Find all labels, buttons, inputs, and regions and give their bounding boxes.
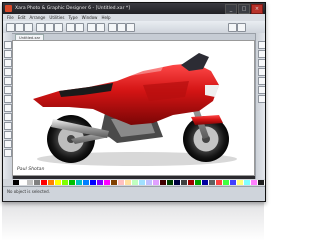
color-swatch[interactable]	[118, 180, 125, 185]
color-swatch[interactable]	[55, 180, 62, 185]
menu-arrange[interactable]: Arrange	[29, 14, 45, 21]
color-swatch[interactable]	[41, 180, 48, 185]
menu-bar: File Edit Arrange Utilities Type Window …	[3, 14, 265, 21]
color-swatch[interactable]	[181, 180, 188, 185]
color-swatch[interactable]	[258, 180, 265, 185]
print-icon[interactable]	[96, 23, 105, 32]
color-swatch[interactable]	[76, 180, 83, 185]
status-text: No object is selected.	[7, 189, 50, 194]
app-icon	[5, 5, 12, 12]
copy-icon[interactable]	[45, 23, 54, 32]
ellipse-tool-icon[interactable]	[4, 86, 12, 94]
color-swatch[interactable]	[62, 180, 69, 185]
color-swatch[interactable]	[20, 180, 27, 185]
color-swatch[interactable]	[146, 180, 153, 185]
color-swatch[interactable]	[237, 180, 244, 185]
document-canvas[interactable]: Paul Shotan	[12, 40, 255, 176]
cut-icon[interactable]	[36, 23, 45, 32]
photo-tool-icon[interactable]	[4, 140, 12, 148]
color-swatch[interactable]	[69, 180, 76, 185]
color-swatch[interactable]	[90, 180, 97, 185]
transparency-tool-icon[interactable]	[4, 113, 12, 121]
color-swatch[interactable]	[195, 180, 202, 185]
open-folder-icon[interactable]	[15, 23, 24, 32]
color-swatch[interactable]	[251, 180, 258, 185]
photo-credit: Paul Shotan	[17, 167, 45, 172]
undo-icon[interactable]	[66, 23, 75, 32]
arrange-icon[interactable]	[108, 23, 117, 32]
rectangle-tool-icon[interactable]	[4, 77, 12, 85]
help-icon[interactable]	[237, 23, 246, 32]
menu-file[interactable]: File	[7, 14, 14, 21]
fill-tool-icon[interactable]	[4, 104, 12, 112]
color-swatch[interactable]	[167, 180, 174, 185]
color-swatch[interactable]	[174, 180, 181, 185]
window-title: Xara Photo & Graphic Designer 6 - [Untit…	[15, 6, 131, 11]
color-swatch[interactable]	[111, 180, 118, 185]
menu-window[interactable]: Window	[82, 14, 98, 21]
maximize-button[interactable]: □	[238, 4, 250, 14]
minimize-button[interactable]: _	[225, 4, 237, 14]
freehand-tool-icon[interactable]	[4, 59, 12, 67]
main-toolbar	[3, 21, 265, 34]
color-swatch[interactable]	[13, 180, 20, 185]
color-swatch[interactable]	[244, 180, 251, 185]
blend-tool-icon[interactable]	[4, 131, 12, 139]
shape-editor-tool-icon[interactable]	[4, 50, 12, 58]
color-swatch[interactable]	[188, 180, 195, 185]
color-swatch[interactable]	[34, 180, 41, 185]
pen-tool-icon[interactable]	[4, 68, 12, 76]
color-swatch[interactable]	[48, 180, 55, 185]
color-swatch[interactable]	[104, 180, 111, 185]
clipart-gallery-icon[interactable]	[258, 77, 265, 85]
color-palette	[3, 179, 265, 186]
shadow-tool-icon[interactable]	[4, 122, 12, 130]
color-swatch[interactable]	[223, 180, 230, 185]
color-swatch[interactable]	[83, 180, 90, 185]
menu-edit[interactable]: Edit	[18, 14, 26, 21]
gallery-bar	[255, 33, 265, 179]
zoom-icon[interactable]	[87, 23, 96, 32]
new-document-icon[interactable]	[6, 23, 15, 32]
color-swatch[interactable]	[153, 180, 160, 185]
color-swatch[interactable]	[230, 180, 237, 185]
motorcycle-photo	[33, 53, 237, 166]
color-swatch[interactable]	[209, 180, 216, 185]
color-swatch[interactable]	[160, 180, 167, 185]
color-gallery-icon[interactable]	[258, 59, 265, 67]
page-gallery-icon[interactable]	[258, 41, 265, 49]
menu-help[interactable]: Help	[101, 14, 110, 21]
status-bar: No object is selected.	[3, 186, 265, 201]
app-window: Xara Photo & Graphic Designer 6 - [Untit…	[2, 2, 266, 202]
galleries-icon[interactable]	[228, 23, 237, 32]
layer-gallery-icon[interactable]	[258, 50, 265, 58]
save-icon[interactable]	[24, 23, 33, 32]
title-bar[interactable]: Xara Photo & Graphic Designer 6 - [Untit…	[3, 3, 265, 14]
zoom-tool-icon[interactable]	[4, 149, 12, 157]
color-swatch[interactable]	[125, 180, 132, 185]
font-gallery-icon[interactable]	[258, 86, 265, 94]
color-swatch[interactable]	[97, 180, 104, 185]
color-swatch[interactable]	[132, 180, 139, 185]
color-swatch[interactable]	[139, 180, 146, 185]
align-icon[interactable]	[126, 23, 135, 32]
paste-icon[interactable]	[54, 23, 63, 32]
text-tool-icon[interactable]	[4, 95, 12, 103]
color-swatch[interactable]	[27, 180, 34, 185]
fill-gallery-icon[interactable]	[258, 68, 265, 76]
close-button[interactable]: ×	[251, 4, 263, 14]
color-swatch[interactable]	[202, 180, 209, 185]
window-reflection	[2, 201, 264, 241]
selector-tool-icon[interactable]	[4, 41, 12, 49]
redo-icon[interactable]	[75, 23, 84, 32]
menu-type[interactable]: Type	[68, 14, 77, 21]
color-swatch[interactable]	[216, 180, 223, 185]
menu-utilities[interactable]: Utilities	[49, 14, 64, 21]
name-gallery-icon[interactable]	[258, 95, 265, 103]
group-icon[interactable]	[117, 23, 126, 32]
